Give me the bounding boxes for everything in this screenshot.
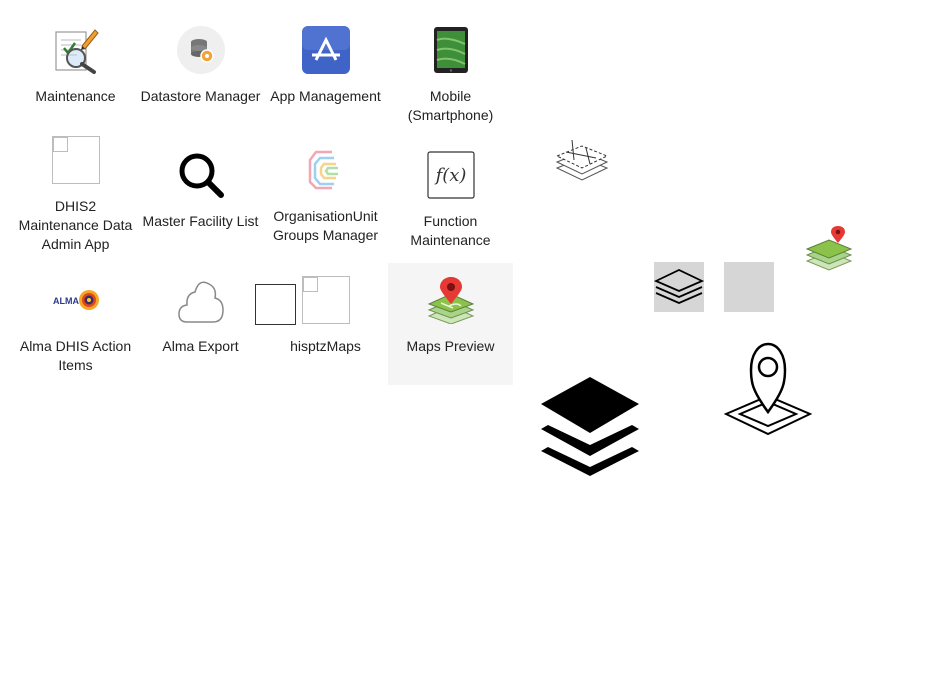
tablet-icon bbox=[427, 26, 475, 74]
app-label: Maintenance bbox=[35, 88, 116, 104]
maintenance-pencil-icon bbox=[52, 26, 100, 74]
app-label: DHIS2 Maintenance Data Admin App bbox=[18, 198, 133, 252]
app-maintenance[interactable]: Maintenance bbox=[13, 26, 138, 106]
broken-image-icon bbox=[51, 136, 100, 184]
alma-logo-icon: ALMA bbox=[51, 276, 101, 324]
app-label: App Management bbox=[270, 88, 381, 104]
layers-outline-icon bbox=[653, 262, 705, 312]
app-label: Mobile (Smartphone) bbox=[407, 88, 494, 123]
app-app-management[interactable]: App Management bbox=[263, 26, 388, 106]
app-mobile[interactable]: Mobile (Smartphone) bbox=[388, 26, 513, 125]
broken-image-icon bbox=[301, 276, 350, 324]
app-master-facility-list[interactable]: Master Facility List bbox=[138, 151, 263, 231]
app-alma-export[interactable]: Alma Export bbox=[138, 276, 263, 356]
function-fx-icon: f(x) bbox=[426, 151, 475, 199]
app-label: hisptzMaps bbox=[290, 338, 361, 354]
app-store-icon bbox=[301, 26, 350, 74]
map-pin-outline-icon bbox=[723, 342, 813, 441]
app-hisptz-maps[interactable]: hisptzMaps bbox=[263, 276, 388, 356]
app-label: Alma Export bbox=[162, 338, 239, 354]
magnifier-icon bbox=[177, 151, 225, 199]
app-alma-action-items[interactable]: ALMA Alma DHIS Action Items bbox=[13, 276, 138, 375]
app-maps-preview[interactable]: Maps Preview bbox=[388, 276, 513, 356]
app-label: OrganisationUnit Groups Manager bbox=[272, 208, 379, 243]
orgunit-groups-icon bbox=[302, 146, 350, 194]
map-layers-pin-icon bbox=[427, 276, 475, 325]
app-datastore-manager[interactable]: Datastore Manager bbox=[138, 26, 263, 106]
datastore-gear-icon bbox=[176, 26, 225, 74]
app-label: Datastore Manager bbox=[140, 88, 261, 104]
cloud-icon bbox=[177, 276, 225, 324]
app-label: Maps Preview bbox=[406, 338, 495, 354]
app-orgunit-groups-manager[interactable]: OrganisationUnit Groups Manager bbox=[263, 146, 388, 245]
map-layers-pin-small-icon bbox=[805, 225, 853, 276]
app-dhis2-maintenance[interactable]: DHIS2 Maintenance Data Admin App bbox=[13, 136, 138, 254]
app-function-maintenance[interactable]: f(x) Function Maintenance bbox=[388, 151, 513, 250]
gray-placeholder-tile bbox=[724, 262, 774, 312]
app-label: Function Maintenance bbox=[410, 213, 491, 248]
app-label: Master Facility List bbox=[142, 213, 259, 229]
svg-text:f(x): f(x) bbox=[433, 165, 466, 186]
app-menu-screen: { "apps": [ {"id":"maintenance","label":… bbox=[0, 0, 948, 684]
layers-solid-icon bbox=[540, 377, 640, 482]
app-label: Alma DHIS Action Items bbox=[19, 338, 132, 373]
layers-sketch-icon bbox=[555, 134, 609, 187]
alma-logo-text: ALMA bbox=[53, 296, 79, 306]
